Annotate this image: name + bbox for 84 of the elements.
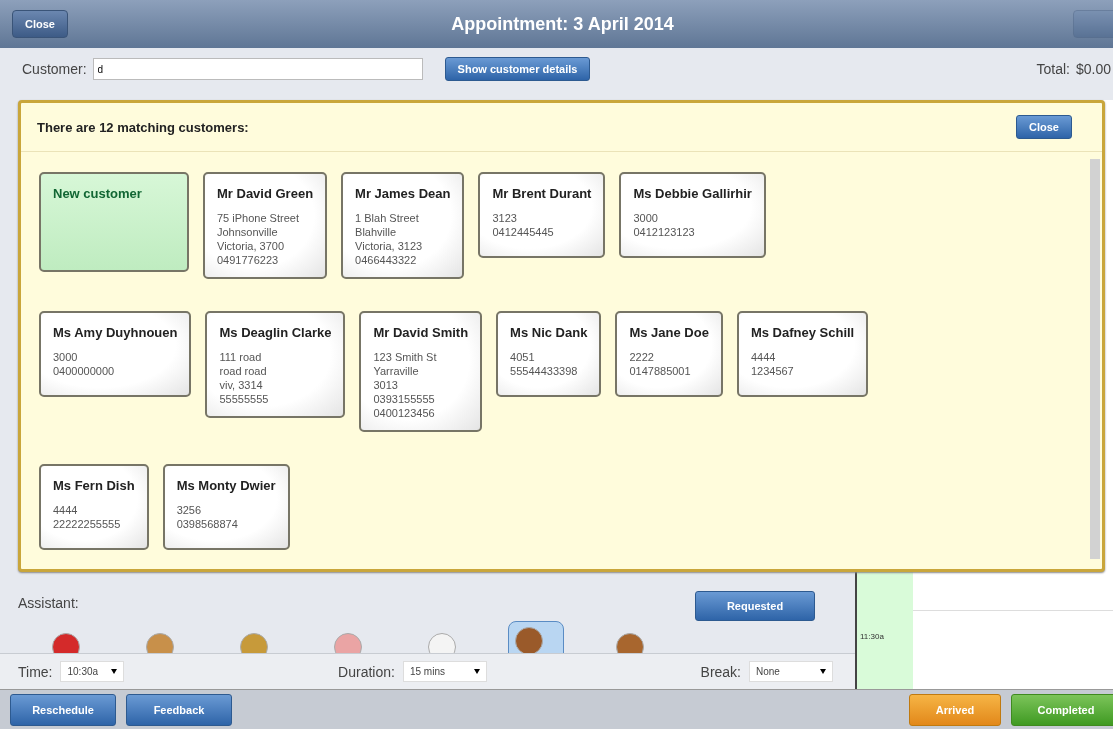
customer-name: Ms Amy Duyhnouen	[53, 325, 178, 340]
customer-detail: 3256	[176, 503, 203, 517]
scrollbar[interactable]	[1090, 159, 1100, 559]
customer-card[interactable]: Ms Amy Duyhnouen 3000 0400000000	[39, 311, 192, 397]
customer-field[interactable]: d	[92, 58, 423, 80]
customer-name: Mr David Green	[217, 186, 314, 201]
customer-detail: Victoria, 3123	[355, 239, 424, 253]
close-button[interactable]: Close	[1016, 115, 1072, 139]
duration-label: Duration:	[338, 663, 395, 680]
customer-card[interactable]: Ms Dafney Schill 4444 1234567	[736, 311, 869, 397]
customer-detail: 0147885001	[629, 364, 692, 378]
customer-card[interactable]: Mr James Dean 1 Blah Street Blahville Victoria, 3123 0466443322	[341, 172, 465, 279]
customer-name: Ms Nic Dank	[510, 325, 588, 340]
customer-detail: 0393155555	[373, 392, 436, 406]
customer-label: Customer:	[22, 61, 87, 77]
break-select[interactable]: None	[749, 661, 833, 682]
customer-detail: 0412123123	[633, 225, 696, 239]
customer-detail: 55544433398	[510, 364, 579, 378]
total-value: $0.00	[1075, 61, 1111, 77]
customer-detail: 123 Smith St	[373, 350, 438, 364]
customer-card[interactable]: Ms Debbie Gallirhir 3000 0412123123	[619, 172, 766, 258]
break-label: Break:	[700, 663, 741, 680]
requested-button[interactable]: Requested	[695, 591, 815, 621]
customer-name: Ms Jane Doe	[629, 325, 709, 340]
dropdown-icon	[820, 669, 826, 674]
customer-card[interactable]: Mr David Green 75 iPhone Street Johnsonville Victoria, 3700 0491776223	[203, 172, 328, 279]
customer-detail: 0412445445	[492, 225, 555, 239]
footer-button[interactable]: Feedback	[126, 693, 232, 726]
new-customer-card[interactable]: New customer	[39, 172, 189, 272]
customer-detail: 3013	[373, 378, 399, 392]
customer-detail: 3000	[633, 211, 659, 225]
customer-detail: 0491776223	[217, 253, 280, 267]
customer-card[interactable]: Mr David Smith 123 Smith St Yarraville 3013 0393155555 0400123456	[359, 311, 483, 432]
customer-detail: 2222	[629, 350, 655, 364]
time-slot-label: 11:30a	[859, 632, 885, 641]
customer-detail: 3123	[492, 211, 518, 225]
customer-detail: viv, 3314	[219, 378, 264, 392]
customer-detail: 4051	[510, 350, 536, 364]
customer-name: Ms Deaglin Clarke	[219, 325, 332, 340]
customer-detail: 55555555	[219, 392, 270, 406]
customer-detail: road road	[219, 364, 268, 378]
assistant-label: Assistant:	[18, 595, 79, 611]
customer-detail: Victoria, 3700	[217, 239, 286, 253]
customer-detail: 0398568874	[176, 517, 239, 531]
customer-detail: 3000	[53, 350, 79, 364]
customer-card[interactable]: Ms Fern Dish 4444 22222255555	[39, 464, 149, 550]
customer-detail: 4444	[53, 503, 79, 517]
customer-name: Mr David Smith	[373, 325, 469, 340]
customer-name: Ms Dafney Schill	[750, 325, 855, 340]
customer-detail: 0400123456	[373, 406, 436, 420]
customer-detail: Blahville	[355, 225, 398, 239]
total-label: Total:	[1036, 61, 1070, 77]
customer-name: Ms Debbie Gallirhir	[633, 186, 752, 201]
close-button[interactable]: Close	[12, 10, 68, 38]
assistant-avatar[interactable]	[508, 621, 564, 653]
customer-detail: 111 road	[219, 350, 263, 364]
window-title: Appointment: 3 April 2014	[451, 13, 674, 35]
customer-detail: Johnsonville	[217, 225, 279, 239]
customer-detail: 1 Blah Street	[355, 211, 420, 225]
duration-select[interactable]: 15 mins	[402, 661, 487, 682]
customer-card[interactable]: Ms Monty Dwier 3256 0398568874	[162, 464, 290, 550]
customer-name: Ms Fern Dish	[53, 478, 135, 493]
matches-heading: There are 12 matching customers:	[37, 119, 249, 135]
customer-detail: 0466443322	[355, 253, 418, 267]
customer-detail: 75 iPhone Street	[217, 211, 300, 225]
customer-card[interactable]: Mr Brent Durant 3123 0412445445	[478, 172, 606, 258]
dropdown-icon	[111, 669, 118, 674]
customer-detail: 4444	[750, 350, 777, 364]
dropdown-icon	[473, 669, 480, 674]
customer-detail: 0400000000	[53, 364, 116, 378]
customer-name: Mr Brent Durant	[492, 186, 592, 201]
customer-name: Mr James Dean	[355, 186, 451, 201]
card-title: New customer	[53, 186, 143, 201]
customer-detail: Yarraville	[373, 364, 420, 378]
customer-card[interactable]: Ms Nic Dank 4051 55544433398	[496, 311, 602, 397]
time-label: Time:	[18, 663, 53, 680]
customer-detail: 22222255555	[53, 517, 122, 531]
customer-name: Ms Monty Dwier	[176, 478, 276, 493]
footer-button[interactable]: Reschedule	[10, 693, 116, 726]
customer-card[interactable]: Ms Deaglin Clarke 111 road road road viv, 3314 55555555	[205, 311, 346, 418]
time-select[interactable]: 10:30a	[60, 661, 125, 682]
customer-card[interactable]: Ms Jane Doe 2222 0147885001	[615, 311, 723, 397]
customer-detail: 1234567	[750, 364, 795, 378]
show-details-button[interactable]: Show customer details	[444, 57, 591, 81]
